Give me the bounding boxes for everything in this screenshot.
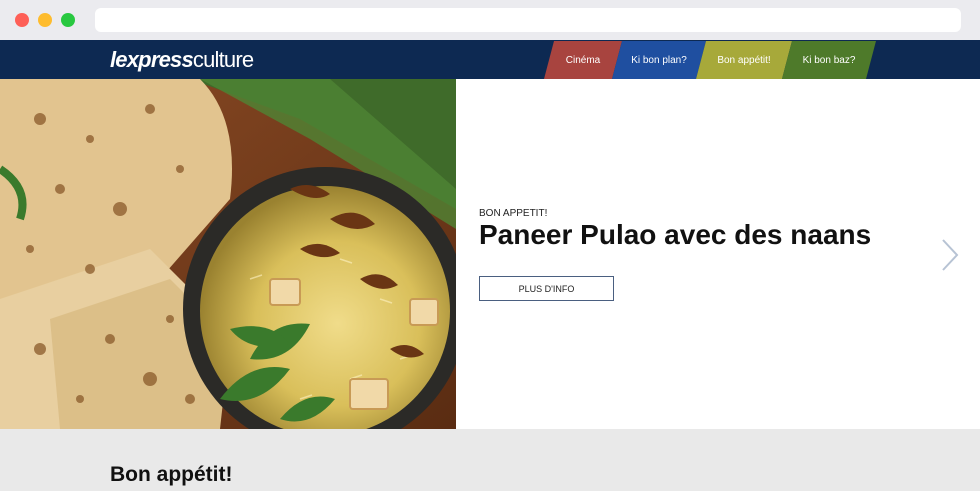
chevron-right-icon[interactable] <box>940 238 960 272</box>
minimize-window-button[interactable] <box>38 13 52 27</box>
bon-appetit-section: Bon appétit! <box>0 429 980 491</box>
logo-bold-text: lexpress <box>110 47 194 72</box>
close-window-button[interactable] <box>15 13 29 27</box>
nav-tab-ki-bon-baz[interactable]: Ki bon baz? <box>782 41 876 79</box>
browser-chrome <box>0 0 980 40</box>
nav-tab-ki-bon-plan[interactable]: Ki bon plan? <box>612 41 706 79</box>
section-title: Bon appétit! <box>110 463 233 486</box>
address-bar[interactable] <box>95 8 961 32</box>
nav-tab-bon-appetit[interactable]: Bon appétit! <box>696 41 792 79</box>
hero-kicker: BON APPETIT! <box>479 208 548 219</box>
site-header: lexpressculture Cinéma Ki bon plan? Bon … <box>0 40 980 79</box>
maximize-window-button[interactable] <box>61 13 75 27</box>
hero-title[interactable]: Paneer Pulao avec des naans <box>479 219 871 251</box>
food-photo-icon[interactable] <box>0 79 456 429</box>
hero-content: BON APPETIT! Paneer Pulao avec des naans… <box>456 79 980 429</box>
logo-light-text: culture <box>192 47 254 72</box>
more-info-button[interactable]: PLUS D'INFO <box>479 276 614 301</box>
nav-tab-cinema[interactable]: Cinéma <box>544 41 622 79</box>
hero-slide: BON APPETIT! Paneer Pulao avec des naans… <box>0 79 980 429</box>
site-logo[interactable]: lexpressculture <box>110 47 254 73</box>
